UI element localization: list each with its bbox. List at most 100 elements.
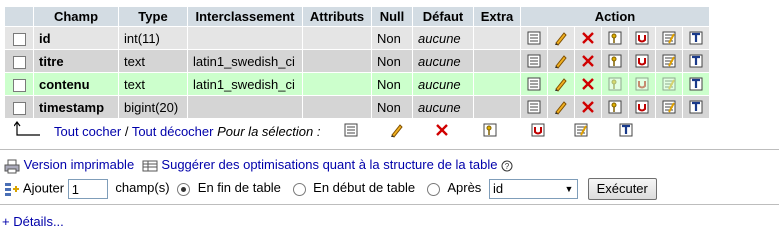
drop-icon[interactable] [580, 30, 596, 46]
action-cell [656, 73, 682, 95]
action-cell [602, 27, 628, 49]
field-attributes [303, 96, 371, 118]
field-default: aucune [413, 27, 473, 49]
action-cell [548, 27, 574, 49]
index-icon[interactable] [661, 76, 677, 92]
selection-fulltext-icon[interactable] [618, 122, 634, 138]
add-fields-row: Ajouter champ(s) En fin de table En débu… [4, 178, 657, 200]
primary-key-icon[interactable] [607, 76, 623, 92]
browse-distinct-icon[interactable] [526, 99, 542, 115]
uncheck-all-link[interactable]: Tout décocher [132, 124, 214, 139]
action-cell [575, 96, 601, 118]
divider-bottom [0, 204, 779, 205]
after-radio[interactable] [426, 182, 440, 196]
field-null: Non [372, 73, 412, 95]
action-cell [548, 50, 574, 72]
action-cell [629, 73, 655, 95]
table-row[interactable]: titre text latin1_swedish_ci Non aucune [5, 50, 709, 72]
fields-unit-label: champ(s) [115, 180, 170, 196]
action-cell [521, 96, 547, 118]
index-icon[interactable] [661, 30, 677, 46]
links-row: Version imprimable Suggérer des optimisa… [4, 157, 513, 174]
action-cell [629, 27, 655, 49]
fulltext-icon[interactable] [688, 76, 704, 92]
field-name: contenu [34, 73, 118, 95]
drop-icon[interactable] [580, 76, 596, 92]
index-icon[interactable] [661, 99, 677, 115]
at-end-radio[interactable] [177, 182, 191, 196]
selection-browse-distinct-icon[interactable] [343, 122, 359, 138]
field-type: bigint(20) [119, 96, 187, 118]
execute-button[interactable]: Exécuter [587, 178, 657, 200]
table-row[interactable]: contenu text latin1_swedish_ci Non aucune [5, 73, 709, 95]
selection-primary-key-icon[interactable] [482, 122, 498, 138]
action-cell [575, 27, 601, 49]
action-cell [656, 50, 682, 72]
propose-structure-link[interactable]: Suggérer des optimisations quant à la st… [161, 157, 497, 172]
selection-index-icon[interactable] [573, 122, 589, 138]
table-row[interactable]: timestamp bigint(20) Non aucune [5, 96, 709, 118]
action-cell [602, 50, 628, 72]
row-checkbox-input[interactable] [12, 78, 26, 92]
field-default: aucune [413, 73, 473, 95]
drop-icon[interactable] [580, 53, 596, 69]
field-collation: latin1_swedish_ci [188, 73, 302, 95]
unique-icon[interactable] [634, 53, 650, 69]
action-cell [575, 73, 601, 95]
index-icon[interactable] [661, 53, 677, 69]
row-checkbox [5, 27, 33, 49]
field-extra [474, 96, 520, 118]
field-collation: latin1_swedish_ci [188, 50, 302, 72]
selection-separator: / [121, 124, 132, 139]
fulltext-icon[interactable] [688, 53, 704, 69]
action-cell [521, 27, 547, 49]
action-cell [683, 96, 709, 118]
edit-icon[interactable] [553, 53, 569, 70]
after-field-value: id [492, 181, 504, 196]
header-null: Null [372, 7, 412, 26]
browse-distinct-icon[interactable] [526, 76, 542, 92]
selection-unique-icon[interactable] [530, 122, 546, 138]
check-all-link[interactable]: Tout cocher [54, 124, 121, 139]
field-type: text [119, 73, 187, 95]
after-field-select[interactable]: id ▼ [488, 179, 578, 199]
drop-icon[interactable] [580, 99, 596, 115]
primary-key-icon[interactable] [607, 53, 623, 69]
primary-key-icon[interactable] [607, 30, 623, 46]
action-cell [656, 96, 682, 118]
browse-distinct-icon[interactable] [526, 53, 542, 69]
field-null: Non [372, 50, 412, 72]
row-checkbox [5, 50, 33, 72]
field-default: aucune [413, 50, 473, 72]
fulltext-icon[interactable] [688, 99, 704, 115]
row-checkbox-input[interactable] [12, 55, 26, 69]
header-type: Type [119, 7, 187, 26]
unique-icon[interactable] [634, 30, 650, 46]
browse-distinct-icon[interactable] [526, 30, 542, 46]
action-cell [521, 73, 547, 95]
selection-edit-icon[interactable] [389, 122, 405, 138]
field-attributes [303, 27, 371, 49]
fulltext-icon[interactable] [688, 30, 704, 46]
primary-key-icon[interactable] [607, 99, 623, 115]
edit-icon[interactable] [553, 30, 569, 47]
unique-icon[interactable] [634, 99, 650, 115]
edit-icon[interactable] [553, 99, 569, 116]
help-icon[interactable]: ? [501, 160, 513, 172]
at-beginning-radio[interactable] [292, 182, 306, 196]
details-link[interactable]: + Détails... [2, 214, 64, 229]
row-checkbox-input[interactable] [12, 101, 26, 115]
field-extra [474, 27, 520, 49]
field-type: text [119, 50, 187, 72]
edit-icon[interactable] [553, 76, 569, 93]
table-row[interactable]: id int(11) Non aucune [5, 27, 709, 49]
header-defaut: Défaut [413, 7, 473, 26]
at-beginning-label: En début de table [313, 180, 416, 196]
row-checkbox-input[interactable] [12, 32, 26, 46]
field-count-input[interactable] [67, 179, 108, 199]
selection-drop-icon[interactable] [434, 122, 450, 138]
print-view-link[interactable]: Version imprimable [24, 157, 135, 172]
unique-icon[interactable] [634, 76, 650, 92]
at-end-label: En fin de table [197, 180, 281, 196]
structure-table: Champ Type Interclassement Attributs Nul… [4, 6, 710, 119]
